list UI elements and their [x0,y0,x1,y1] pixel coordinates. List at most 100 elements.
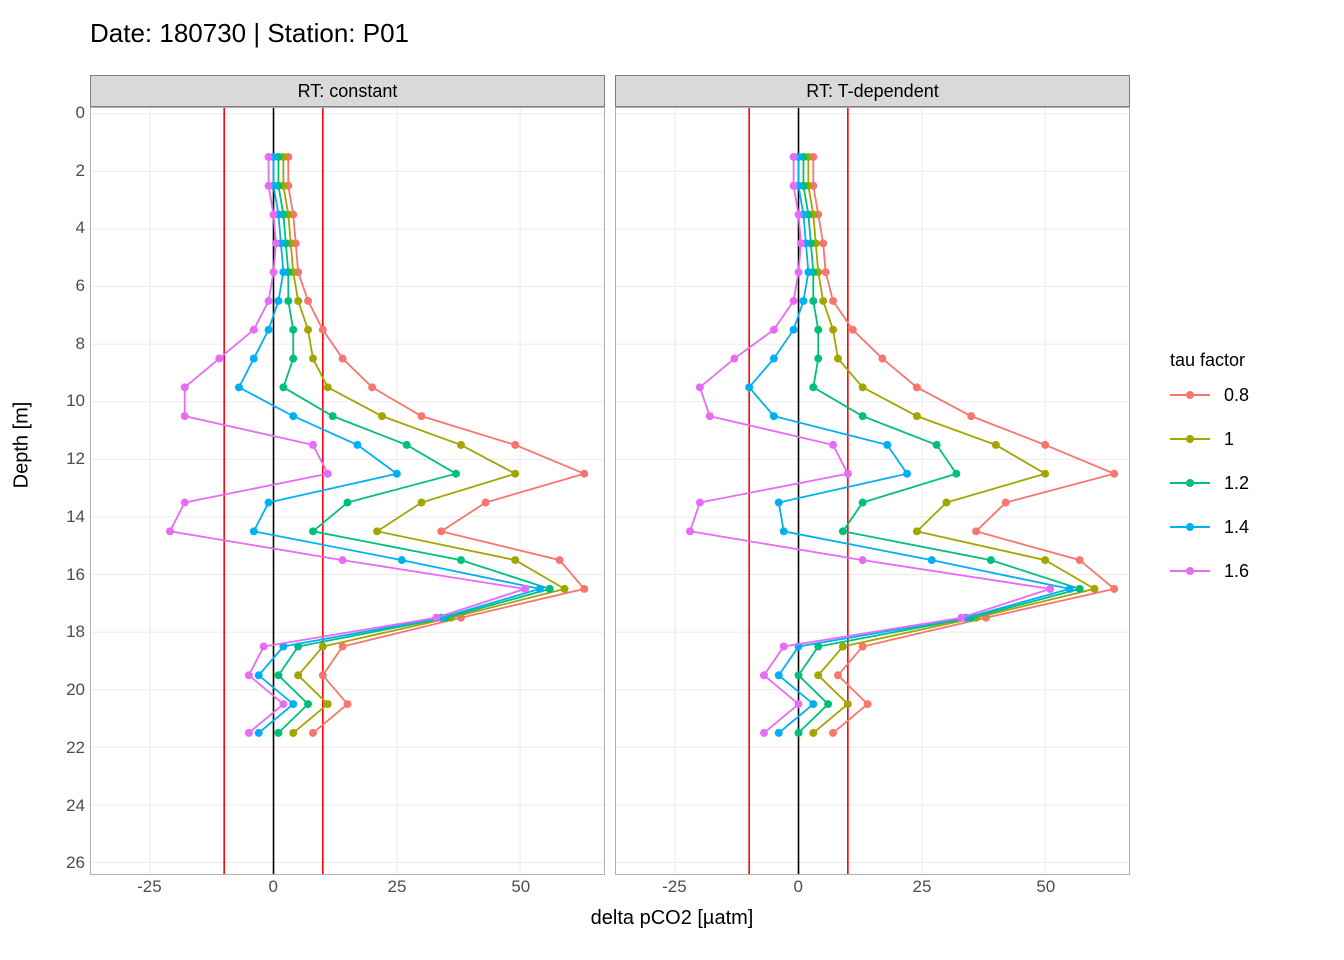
series-point [814,326,822,334]
y-tick-label: 24 [66,796,85,816]
legend-swatch [1170,385,1210,405]
series-point [883,441,891,449]
x-tick-label: -25 [137,877,162,897]
series-point [393,470,401,478]
series-point [1066,585,1074,593]
series-point [289,412,297,420]
series-point [775,729,783,737]
series-point [686,527,694,535]
series-point [790,182,798,190]
series-point [878,355,886,363]
series-point [819,239,827,247]
series-point [780,527,788,535]
legend-item: 0.8 [1170,385,1249,405]
legend-label: 1.6 [1224,561,1249,582]
series-point [294,297,302,305]
x-tick-label: 0 [793,877,802,897]
legend-label: 0.8 [1224,385,1249,406]
facet-panel [90,107,605,875]
legend-item: 1.6 [1170,561,1249,581]
series-point [1046,585,1054,593]
facet: RT: constant [90,75,605,875]
series-point [245,671,253,679]
series-point [284,297,292,305]
series-point [992,441,1000,449]
series-point [270,268,278,276]
series-point [745,383,753,391]
series-point [580,585,588,593]
series-point [795,700,803,708]
series-point [368,383,376,391]
y-axis-label: Depth [m] [11,402,34,489]
legend-item: 1 [1170,429,1249,449]
series-point [398,556,406,564]
chart-title: Date: 180730 | Station: P01 [90,18,409,49]
legend-title: tau factor [1170,350,1249,371]
series-point [279,700,287,708]
series-point [770,412,778,420]
series-point [760,729,768,737]
series-point [270,211,278,219]
series-point [839,527,847,535]
series-point [373,527,381,535]
series-point [339,643,347,651]
series-point [859,556,867,564]
series-point [289,326,297,334]
series-point [859,383,867,391]
series-point [329,412,337,420]
series-point [289,355,297,363]
y-tick-label: 6 [76,276,85,296]
series-point [546,585,554,593]
series-point [353,441,361,449]
series-point [770,326,778,334]
series-point [378,412,386,420]
y-tick-label: 20 [66,680,85,700]
series-point [274,297,282,305]
series-point [730,355,738,363]
series-point [1090,585,1098,593]
legend-label: 1.4 [1224,517,1249,538]
series-point [780,643,788,651]
series-point [834,671,842,679]
series-point [309,729,317,737]
series-point [790,297,798,305]
y-tick-label: 8 [76,334,85,354]
series-point [1041,441,1049,449]
legend-item: 1.2 [1170,473,1249,493]
series-point [795,268,803,276]
series-point [809,297,817,305]
series-point [829,729,837,737]
series-point [418,499,426,507]
series-point [933,441,941,449]
series-point [814,355,822,363]
series-point [967,412,975,420]
series-point [457,441,465,449]
series-point [181,383,189,391]
series-point [849,326,857,334]
series-point [1076,585,1084,593]
series-point [903,470,911,478]
series-point [913,412,921,420]
series-point [319,643,327,651]
series-point [819,297,827,305]
series-point [511,441,519,449]
series-point [274,671,282,679]
facet-panel [615,107,1130,875]
y-tick-label: 16 [66,565,85,585]
series-point [215,355,223,363]
series-point [809,729,817,737]
facet-strip: RT: T-dependent [615,75,1130,107]
series-point [294,671,302,679]
series-point [304,297,312,305]
series-point [864,700,872,708]
series-point [809,700,817,708]
y-tick-label: 14 [66,507,85,527]
series-point [957,614,965,622]
series-point [824,700,832,708]
series-point [265,182,273,190]
series-point [804,268,812,276]
legend-swatch [1170,517,1210,537]
series-point [1110,470,1118,478]
series-point [799,297,807,305]
series-point [987,556,995,564]
